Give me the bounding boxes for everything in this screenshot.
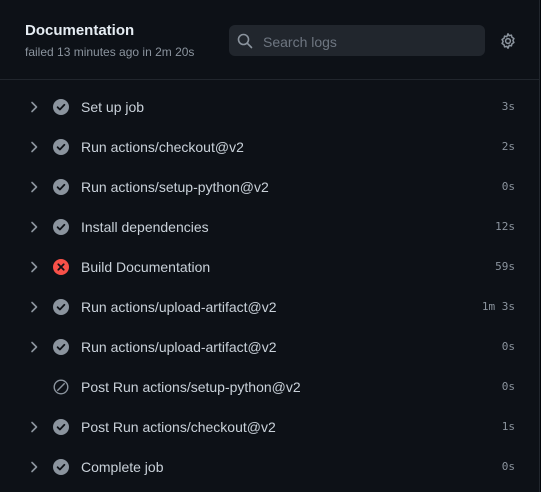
step-row[interactable]: Run actions/checkout@v2 2s [0, 127, 539, 167]
step-name: Run actions/upload-artifact@v2 [81, 299, 277, 315]
step-duration: 1s [501, 420, 515, 433]
chevron-right-icon[interactable] [28, 459, 40, 475]
chevron-right-icon[interactable] [28, 299, 40, 315]
chevron-right-icon[interactable] [28, 99, 40, 115]
chevron-right-icon[interactable] [28, 339, 40, 355]
step-name: Run actions/setup-python@v2 [81, 179, 269, 195]
gear-icon[interactable] [499, 32, 517, 50]
step-name: Set up job [81, 99, 145, 115]
check-circle-icon [53, 139, 69, 155]
step-row[interactable]: Post Run actions/checkout@v2 1s [0, 407, 539, 447]
step-row[interactable]: Install dependencies 12s [0, 207, 539, 247]
step-duration: 59s [495, 260, 515, 273]
step-duration: 2s [501, 140, 515, 153]
job-header: Documentation failed 13 minutes ago in 2… [0, 0, 539, 80]
job-title: Documentation [25, 22, 135, 39]
chevron-right-icon[interactable] [28, 179, 40, 195]
step-name: Post Run actions/checkout@v2 [81, 419, 276, 435]
x-circle-icon [53, 259, 69, 275]
step-row[interactable]: Run actions/upload-artifact@v2 0s [0, 327, 539, 367]
step-row[interactable]: Run actions/setup-python@v2 0s [0, 167, 539, 207]
check-circle-icon [53, 299, 69, 315]
step-row[interactable]: Run actions/upload-artifact@v2 1m 3s [0, 287, 539, 327]
chevron-right-icon[interactable] [28, 219, 40, 235]
step-name: Run actions/upload-artifact@v2 [81, 339, 277, 355]
step-duration: 0s [501, 180, 515, 193]
check-circle-icon [53, 459, 69, 475]
step-duration: 1m 3s [481, 300, 515, 313]
step-row[interactable]: Set up job 3s [0, 87, 539, 127]
step-name: Build Documentation [81, 259, 211, 275]
step-name: Complete job [81, 459, 164, 475]
step-row[interactable]: Complete job 0s [0, 447, 539, 487]
check-circle-icon [53, 339, 69, 355]
job-status-text: failed 13 minutes ago in 2m 20s [25, 45, 195, 59]
check-circle-icon [53, 99, 69, 115]
step-duration: 0s [501, 460, 515, 473]
step-duration: 0s [501, 380, 515, 393]
chevron-right-icon[interactable] [28, 419, 40, 435]
step-duration: 12s [495, 220, 515, 233]
chevron-right-icon[interactable] [28, 259, 40, 275]
chevron-right-icon[interactable] [28, 139, 40, 155]
search-logs-box[interactable] [229, 25, 485, 58]
step-duration: 0s [501, 340, 515, 353]
check-circle-icon [53, 179, 69, 195]
search-icon [237, 33, 253, 49]
check-circle-icon [53, 419, 69, 435]
step-name: Install dependencies [81, 219, 209, 235]
step-row[interactable]: Post Run actions/setup-python@v2 0s [0, 367, 539, 407]
step-name: Run actions/checkout@v2 [81, 139, 244, 155]
search-logs-input[interactable] [261, 25, 481, 58]
check-circle-icon [53, 219, 69, 235]
steps-list: Set up job 3s Run actions/checkout@v2 2s Run… [0, 87, 539, 487]
step-duration: 3s [501, 100, 515, 113]
skip-icon [53, 379, 69, 395]
step-row[interactable]: Build Documentation 59s [0, 247, 539, 287]
step-name: Post Run actions/setup-python@v2 [81, 379, 301, 395]
job-log-panel: Documentation failed 13 minutes ago in 2… [0, 0, 540, 492]
